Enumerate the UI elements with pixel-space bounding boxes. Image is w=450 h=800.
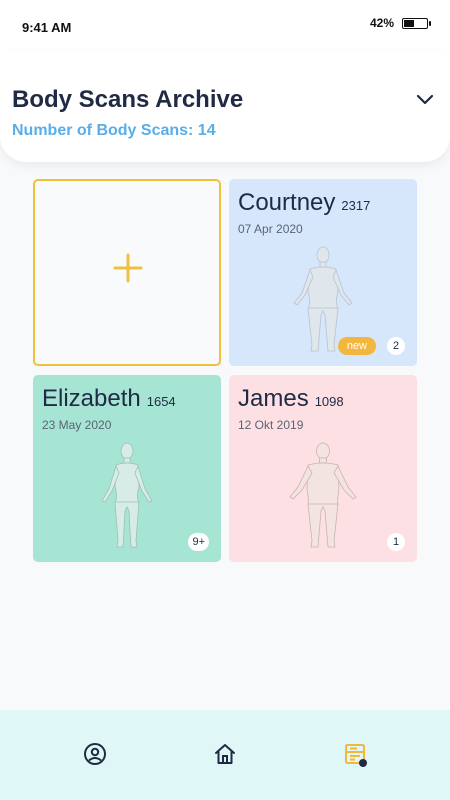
scan-date: 12 Okt 2019 <box>238 418 304 432</box>
status-right: 42% <box>369 16 431 30</box>
profile-icon[interactable] <box>83 742 107 766</box>
count-badge: 9+ <box>188 533 209 551</box>
scan-id: 1098 <box>314 394 344 409</box>
scan-name: Courtney <box>238 189 336 216</box>
status-time: 9:41 AM <box>22 20 72 35</box>
scan-grid: Courtney 2317 07 Apr 2020 new 2 Elizabet… <box>33 179 418 563</box>
page-title: Body Scans Archive <box>12 86 244 113</box>
status-bar: 9:41 AM 42% <box>0 0 450 52</box>
scan-name-row: James 1098 <box>238 385 344 413</box>
count-badge: 2 <box>387 337 405 355</box>
scan-id: 2317 <box>341 198 371 213</box>
scan-card[interactable]: Courtney 2317 07 Apr 2020 new 2 <box>229 179 417 366</box>
scan-id: 1654 <box>146 394 176 409</box>
add-scan-button[interactable] <box>33 179 221 366</box>
battery-icon <box>402 17 431 29</box>
plus-icon <box>113 253 143 283</box>
body-scan-figure-icon <box>101 442 153 548</box>
scan-count: Number of Body Scans: 14 <box>12 122 216 139</box>
active-indicator-dot <box>359 759 367 767</box>
scan-name: James <box>238 385 309 412</box>
battery-percent: 42% <box>369 16 394 30</box>
body-scan-figure-icon <box>289 442 357 548</box>
scan-date: 07 Apr 2020 <box>238 222 303 236</box>
home-icon[interactable] <box>213 742 237 766</box>
scan-name-row: Elizabeth 1654 <box>42 385 176 413</box>
bottom-nav <box>0 710 450 800</box>
scan-date: 23 May 2020 <box>42 418 112 432</box>
header: Body Scans Archive Number of Body Scans:… <box>0 52 450 162</box>
count-badge: 1 <box>387 533 405 551</box>
battery-fill <box>404 19 415 27</box>
chevron-down-icon[interactable] <box>414 88 436 110</box>
new-badge: new <box>337 337 376 355</box>
scan-card[interactable]: Elizabeth 1654 23 May 2020 9+ <box>33 375 221 562</box>
scan-name-row: Courtney 2317 <box>238 189 370 217</box>
scan-card[interactable]: James 1098 12 Okt 2019 1 <box>229 375 417 562</box>
scan-name: Elizabeth <box>42 385 141 412</box>
